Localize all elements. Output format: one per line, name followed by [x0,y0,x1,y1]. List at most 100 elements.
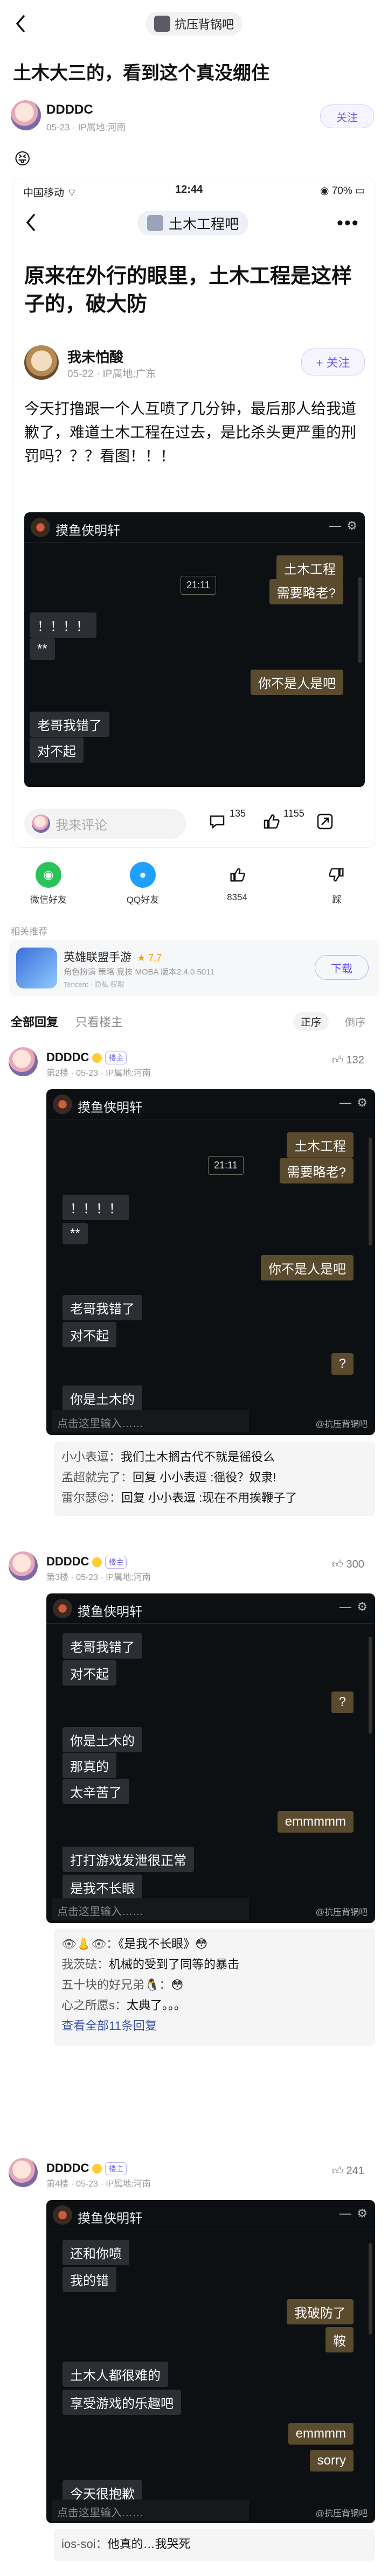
reply-item[interactable]: 五十块的好兄弟🐧：😳 [61,1975,368,1995]
watermark: @抗压背锅吧 [315,1908,368,1917]
comment-author[interactable]: DDDDC 楼主 [46,1555,127,1569]
comment-like-count: 300 [346,1558,364,1570]
reply-item[interactable]: 我茨砝：机械的受到了同等的暴击 [61,1954,368,1975]
settings-icon: ⚙ [357,2206,368,2220]
chat-header: 摸鱼侠明轩 — ⚙ [24,512,365,542]
chat-message: ** [30,638,55,660]
chat-scrollbar [358,577,362,663]
forum-avatar [154,16,170,32]
reply-item[interactable]: ios-soi：他真的…我哭死 [61,2534,368,2554]
post-emoji: 😝 [14,150,31,168]
chat-header: 摸鱼侠明轩 — ⚙ [46,2200,375,2230]
game-chat-window: 摸鱼侠明轩 — ⚙ 土木工程 21:11 需要略老? ！！！！ ** 你不是人是… [24,512,365,787]
battery: ◉ 70% ▭ [320,185,365,197]
reply-user[interactable]: 我茨砝： [61,1958,109,1971]
like-button[interactable]: 8354 [205,862,269,903]
ad-card[interactable]: 英雄联盟手游 ★ 7.7 角色扮演 策略 竞技 MOBA 版本2.4.0.5011… [9,940,379,996]
chat-message: 对不起 [63,1322,116,1347]
reply-user[interactable]: 雷尔瑟😔： [61,1491,121,1505]
chat-message: emmmm [288,2423,354,2445]
reply-text: 《是我不长眼》😳 [118,1937,208,1951]
view-all-replies-link[interactable]: 查看全部11条回复 [61,2016,368,2036]
reply-user[interactable]: 五十块的好兄弟🐧： [61,1978,171,1992]
reply-item[interactable]: 小小表逗：我们土木搁古代不就是徭役么 [61,1447,368,1467]
back-icon [24,212,38,233]
comment-author-name: DDDDC [46,1555,89,1568]
chat-message: 土木工程 [276,555,343,581]
download-button[interactable]: 下载 [315,955,369,980]
comment-author-name: DDDDC [46,1050,89,1064]
post-title: 土木大三的，看到这个真没绷住 [13,63,269,83]
comment-author[interactable]: DDDDC 楼主 [46,2161,127,2176]
chat-message: ** [63,1223,88,1244]
reply-text: 机械的受到了同等的暴击 [109,1958,240,1971]
tab-all-replies[interactable]: 全部回复 [11,1013,58,1030]
forum-link: 土木工程吧 [137,211,249,235]
chat-message: 老哥我错了 [63,1633,142,1659]
reply-item[interactable]: 孟超就完了：回复 小小表逗 :徭役？奴隶! [61,1467,368,1488]
comment-like-count: 132 [346,1054,364,1066]
share-qq-button[interactable]: ● QQ好友 [110,862,175,906]
game-chat-window[interactable]: 摸鱼侠明轩 — ⚙ 老哥我错了 对不起 ? 你是土木的 那真的 太辛苦了 emm… [46,1593,375,1923]
game-logo-icon [53,1095,72,1114]
chat-time: 21:11 [208,1156,244,1175]
comment-like-count: 241 [346,2165,364,2177]
game-chat-window[interactable]: 摸鱼侠明轩 — ⚙ 土木工程 21:11 需要略老? ！！！！ ** 你不是人是… [46,1089,375,1435]
reply-text: 他真的…我哭死 [107,2537,191,2551]
avatar[interactable] [9,1047,38,1076]
game-chat-window[interactable]: 摸鱼侠明轩 — ⚙ 还和你喷 我的错 我破防了 鞍 土木人都很难的 享受游戏的乐… [46,2200,375,2523]
chat-message: 你是土木的 [63,1727,142,1752]
reply-list[interactable]: 小小表逗：我们土木搁古代不就是徭役么 孟超就完了：回复 小小表逗 :徭役？奴隶!… [54,1442,375,1516]
forum-name: 抗压背锅吧 [175,18,234,31]
reply-user[interactable]: 心之所愿s： [61,1999,127,2012]
avatar[interactable] [9,1551,38,1581]
avatar[interactable] [9,2158,38,2187]
reply-user[interactable]: 小小表逗： [61,1450,121,1464]
reply-list[interactable]: ios-soi：他真的…我哭死 [54,2529,375,2561]
reply-text: 我们土木搁古代不就是徭役么 [121,1450,275,1464]
chat-message: 鞍 [325,2327,354,2352]
reply-user[interactable]: 👁👃👁： [61,1937,118,1951]
chat-time: 21:11 [181,576,216,595]
chat-input: 点击这里输入…… [52,1898,249,1920]
reply-text: 😳 [171,1978,184,1992]
follow-button[interactable]: 关注 [320,105,374,128]
avatar[interactable] [11,100,41,130]
author-name[interactable]: DDDDC [46,102,93,117]
top-bar: 抗压背锅吧 [0,0,388,47]
dislike-button[interactable]: 踩 [304,862,369,906]
chat-title: 摸鱼侠明轩 [56,524,120,538]
chat-message: ！！！！ [30,612,96,638]
clock: 12:44 [175,184,203,196]
thumb-up-icon: 👍︎ [332,1558,343,1570]
qq-icon: ● [130,862,156,888]
comment-like-button[interactable]: 👍︎ 132 [332,1054,364,1067]
reply-list[interactable]: 👁👃👁：《是我不长眼》😳 我茨砝：机械的受到了同等的暴击 五十块的好兄弟🐧：😳 … [54,1928,375,2046]
chat-message: ！！！！ [63,1195,129,1220]
back-icon[interactable] [13,13,29,34]
ad-name: 英雄联盟手游 [64,951,131,964]
comment-like-button[interactable]: 👍︎ 300 [332,1558,364,1571]
chat-scrollbar [369,2243,372,2335]
forum-link[interactable]: 抗压背锅吧 [146,12,243,36]
sort-desc-button[interactable]: 倒序 [337,1012,373,1031]
comment-like-button[interactable]: 👍︎ 241 [332,2164,364,2177]
settings-icon: ⚙ [357,1600,368,1613]
share-wechat-button[interactable]: ◉ 微信好友 [16,862,81,906]
reply-user[interactable]: ios-soi： [61,2537,108,2551]
reply-item[interactable]: 心之所愿s：太典了。。。 [61,1995,368,2016]
minimize-icon: — [340,1600,351,1613]
embedded-screenshot[interactable]: 中国移动 ⌔ 12:44 ◉ 70% ▭ 土木工程吧 ••• 原来在外行的眼里，… [13,178,375,848]
reply-item[interactable]: 👁👃👁：《是我不长眼》😳 [61,1934,368,1954]
reply-item[interactable]: 雷尔瑟😔：回复 小小表逗 :现在不用挨鞭子了 [61,1488,368,1508]
ad-rating: ★ 7.7 [137,952,162,963]
chat-message: 我的错 [63,2267,116,2292]
game-icon [16,948,57,988]
ad-meta: 角色扮演 策略 竞技 MOBA 版本2.4.0.5011 [64,967,214,977]
comment-author[interactable]: DDDDC 楼主 [46,1050,127,1065]
tab-op-only[interactable]: 只看楼主 [75,1013,123,1030]
reply-user[interactable]: 孟超就完了： [61,1471,133,1484]
sort-asc-button[interactable]: 正序 [293,1012,329,1031]
chat-message: 你是土木的 [63,1386,142,1411]
forum-name: 土木工程吧 [169,215,239,232]
